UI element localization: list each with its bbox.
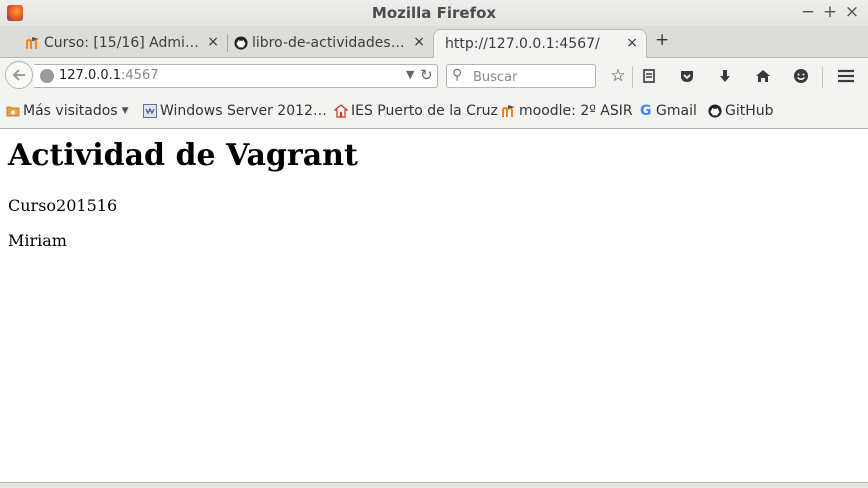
url-host: 127.0.0.1 — [59, 68, 122, 83]
bookmark-label: GitHub — [725, 103, 774, 119]
window-title: Mozilla Firefox — [371, 4, 497, 22]
reload-icon[interactable]: ↻ — [420, 66, 433, 84]
nav-toolbar: 127.0.0.1:4567 ▼ ↻ ⚲ ☆ — [0, 58, 868, 96]
page-heading: Actividad de Vagrant — [8, 138, 358, 173]
bookmark-mas-visitados[interactable]: Más visitados ▼ — [6, 103, 129, 119]
course-text: Curso201516 — [8, 196, 118, 215]
tab-label: http://127.0.0.1:4567/ — [445, 36, 600, 52]
minimize-button[interactable]: − — [799, 2, 817, 22]
moodle-icon — [26, 37, 39, 49]
school-icon — [334, 104, 348, 118]
tab-label: Curso: [15/16] Admi… — [44, 35, 199, 51]
search-input[interactable] — [471, 67, 593, 87]
tab-separator — [227, 34, 228, 52]
search-bar[interactable]: ⚲ — [446, 64, 596, 88]
tab-close-icon[interactable]: × — [626, 35, 638, 51]
bookmark-moodle-asir[interactable]: moodle: 2º ASIR — [502, 103, 633, 119]
tab-close-icon[interactable]: × — [207, 34, 219, 50]
title-bar: Mozilla Firefox − + × — [0, 0, 868, 26]
back-button[interactable] — [5, 61, 33, 89]
history-dropdown-icon[interactable]: ▼ — [406, 68, 414, 81]
close-window-button[interactable]: × — [843, 2, 861, 22]
home-icon[interactable] — [752, 65, 774, 87]
bookmarks-menu-icon[interactable] — [638, 65, 660, 87]
tab-strip: Curso: [15/16] Admi… × libro-de-activida… — [0, 26, 868, 58]
bookmark-label: moodle: 2º ASIR — [519, 103, 633, 119]
chevron-down-icon: ▼ — [121, 106, 129, 116]
tab-localhost[interactable]: http://127.0.0.1:4567/ × — [433, 29, 647, 58]
downloads-icon[interactable] — [714, 65, 736, 87]
hamburger-menu-icon[interactable] — [835, 65, 857, 87]
hello-icon[interactable] — [790, 65, 812, 87]
folder-icon — [6, 106, 20, 117]
bookmark-label: Más visitados — [23, 103, 118, 119]
new-tab-button[interactable]: + — [655, 30, 669, 50]
search-icon: ⚲ — [452, 67, 463, 83]
url-port: :4567 — [121, 68, 159, 83]
moodle-icon — [502, 105, 515, 117]
bookmark-star-icon[interactable]: ☆ — [607, 65, 629, 87]
bookmarks-toolbar: Más visitados ▼ Windows Server 2012… IES… — [0, 96, 868, 129]
google-icon: G — [640, 103, 652, 119]
bookmark-label: IES Puerto de la Cruz — [351, 103, 498, 119]
bookmark-windows-server[interactable]: Windows Server 2012… — [143, 103, 327, 119]
globe-icon — [40, 69, 54, 83]
maximize-button[interactable]: + — [821, 2, 839, 22]
github-icon — [234, 36, 248, 50]
url-bar[interactable]: 127.0.0.1:4567 ▼ ↻ — [34, 64, 438, 88]
tab-label: libro-de-actividades… — [252, 35, 405, 51]
windows-server-icon — [143, 104, 157, 118]
url-text[interactable]: 127.0.0.1:4567 — [59, 68, 159, 83]
github-icon — [708, 104, 722, 118]
bookmark-ies-puerto[interactable]: IES Puerto de la Cruz — [334, 103, 498, 119]
status-edge — [0, 482, 868, 488]
toolbar-separator — [632, 66, 633, 88]
bookmark-github[interactable]: GitHub — [708, 103, 774, 119]
name-text: Miriam — [8, 231, 67, 250]
page-content: Actividad de Vagrant Curso201516 Miriam — [0, 129, 868, 482]
toolbar-separator — [822, 66, 823, 88]
tab-close-icon[interactable]: × — [413, 34, 425, 50]
bookmark-label: Windows Server 2012… — [160, 103, 327, 119]
back-arrow-icon — [12, 69, 25, 81]
tab-moodle-course[interactable]: Curso: [15/16] Admi… × — [22, 29, 227, 57]
pocket-icon[interactable] — [676, 65, 698, 87]
bookmark-label: Gmail — [656, 103, 697, 119]
bookmark-gmail[interactable]: G Gmail — [640, 103, 697, 119]
tab-github-book[interactable]: libro-de-actividades… × — [230, 29, 433, 57]
